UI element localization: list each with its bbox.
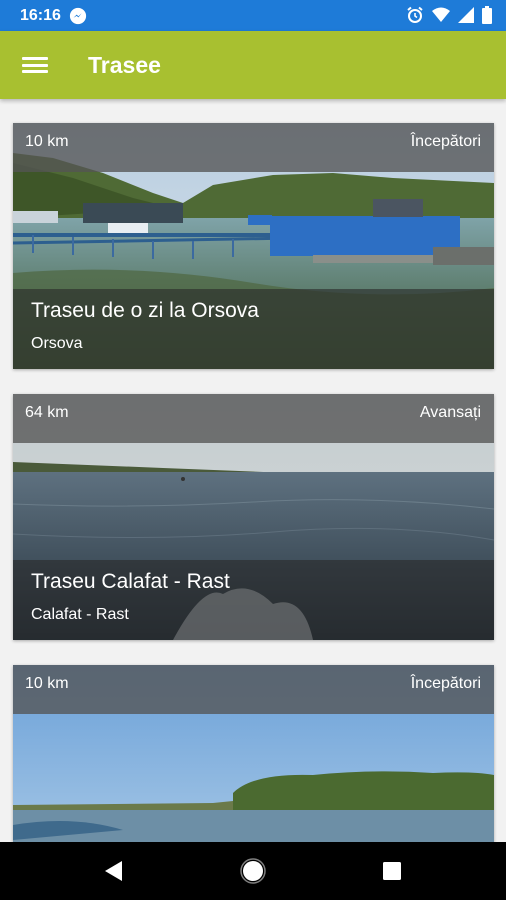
recents-icon — [383, 862, 401, 880]
home-button[interactable] — [218, 842, 288, 900]
route-level: Începători — [410, 675, 481, 692]
back-icon — [105, 861, 122, 881]
messenger-icon — [69, 7, 87, 24]
navigation-bar — [0, 842, 506, 900]
route-title: Traseu Calafat - Rast — [31, 570, 230, 593]
page-title: Trasee — [88, 51, 161, 78]
route-card[interactable]: 64 km Avansați Traseu Calafat - Rast Cal… — [13, 394, 494, 640]
route-title: Traseu de o zi la Orsova — [31, 299, 259, 322]
wifi-icon — [432, 7, 450, 22]
route-header: 64 km Avansați — [13, 394, 494, 443]
status-bar: 16:16 — [0, 0, 506, 31]
route-distance: 10 km — [25, 675, 69, 692]
route-footer: Traseu Calafat - Rast Calafat - Rast — [13, 560, 494, 640]
route-location: Calafat - Rast — [31, 606, 129, 623]
status-time: 16:16 — [20, 6, 61, 24]
route-header: 10 km Începători — [13, 123, 494, 172]
home-icon — [240, 858, 266, 884]
route-level: Avansați — [419, 404, 481, 421]
route-list[interactable]: 10 km Începători Traseu de o zi la Orsov… — [0, 99, 506, 842]
recents-button[interactable] — [357, 842, 427, 900]
route-card[interactable]: 10 km Începători Traseu de o zi la Orsov… — [13, 123, 494, 369]
route-location: Orsova — [31, 335, 83, 352]
route-level: Începători — [410, 133, 481, 150]
route-card[interactable]: 10 km Începători — [13, 665, 494, 842]
back-button[interactable] — [78, 842, 148, 900]
route-distance: 10 km — [25, 133, 69, 150]
route-header: 10 km Începători — [13, 665, 494, 714]
alarm-icon — [407, 6, 423, 23]
menu-icon[interactable] — [22, 54, 48, 76]
signal-icon — [458, 7, 474, 23]
route-distance: 64 km — [25, 404, 69, 421]
battery-icon — [482, 6, 492, 24]
app-bar: Trasee — [0, 31, 506, 99]
route-footer: Traseu de o zi la Orsova Orsova — [13, 289, 494, 369]
